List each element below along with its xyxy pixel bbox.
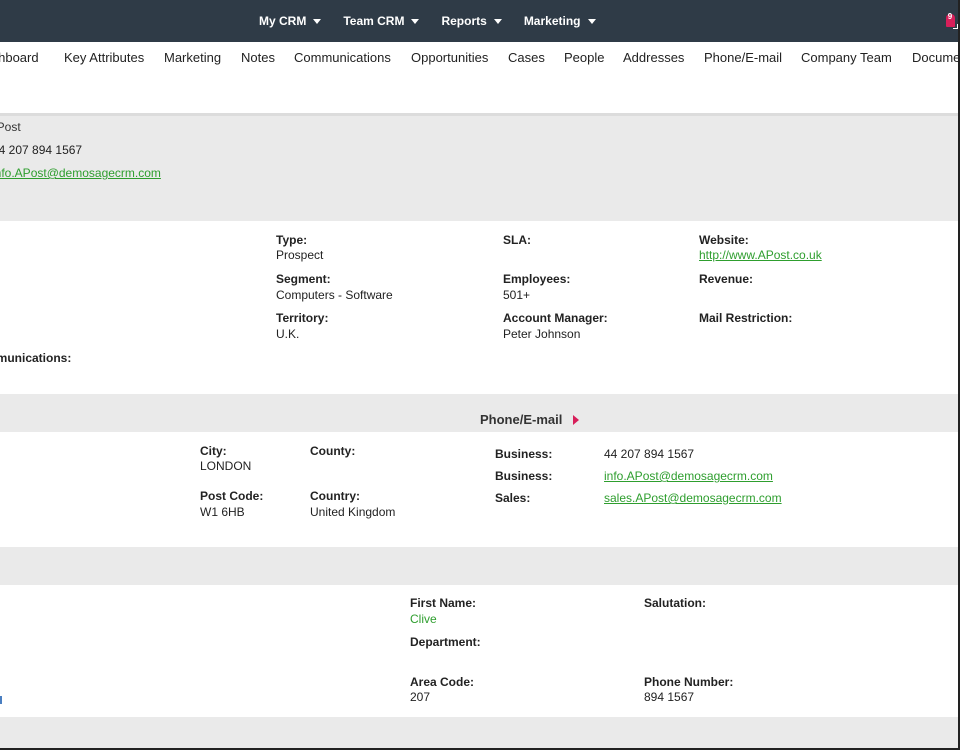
caret-down-icon	[587, 18, 596, 24]
country-label: Country:	[310, 489, 360, 503]
crm-company-summary-page: My CRM Team CRM Reports Marketing 9 Dash…	[0, 0, 960, 750]
menu-label: Reports	[441, 14, 487, 28]
city-label: City:	[200, 444, 227, 458]
phone-email-row-label: Sales:	[495, 491, 531, 505]
communications-label: Communications:	[0, 351, 72, 365]
tab-communications[interactable]: Communications	[294, 42, 391, 74]
phone-email-row-label: Business:	[495, 447, 553, 461]
phone-email-section-link[interactable]: Phone/E-mail	[480, 412, 562, 427]
address-phone-band: Phone/E-mail	[0, 394, 958, 432]
department-label: Department:	[410, 635, 481, 649]
area-code-label: Area Code:	[410, 675, 475, 689]
menu-label: Team CRM	[343, 14, 405, 28]
salutation-label: Salutation:	[644, 596, 706, 610]
notification-count: 9	[947, 12, 953, 21]
notifications-icon[interactable]: 9	[945, 12, 958, 29]
area-code-value: 207	[410, 690, 431, 704]
address-phone-panel: City: LONDON County: Post Code: W1 6HB C…	[0, 432, 958, 547]
type-value: Prospect	[276, 248, 324, 262]
tab-key-attributes[interactable]: Key Attributes	[64, 42, 144, 74]
business-email-link[interactable]: info.APost@demosagecrm.com	[604, 469, 773, 483]
postcode-label: Post Code:	[200, 489, 264, 503]
top-menu: My CRM Team CRM Reports Marketing	[259, 0, 618, 42]
tab-notes[interactable]: Notes	[241, 42, 275, 74]
mail-restriction-label: Mail Restriction:	[699, 311, 793, 325]
person-band	[0, 547, 958, 585]
tab-company-team[interactable]: Company Team	[801, 42, 892, 74]
tab-dashboard[interactable]: Dashboard	[0, 42, 39, 74]
sla-label: SLA:	[503, 233, 531, 247]
tab-marketing[interactable]: Marketing	[164, 42, 221, 74]
caret-down-icon	[411, 18, 420, 24]
website-label: Website:	[699, 233, 749, 247]
employees-label: Employees:	[503, 272, 571, 286]
postcode-value: W1 6HB	[200, 505, 245, 519]
phone-email-row-label: Business:	[495, 469, 553, 483]
tab-people[interactable]: People	[564, 42, 604, 74]
menu-my-crm[interactable]: My CRM	[259, 0, 322, 42]
person-panel: First Name: Clive Salutation: Department…	[0, 585, 958, 717]
business-phone-value: 44 207 894 1567	[604, 447, 695, 461]
first-name-value: Clive	[410, 612, 437, 626]
tab-cases[interactable]: Cases	[508, 42, 545, 74]
segment-value: Computers - Software	[276, 288, 393, 302]
arrow-right-icon	[573, 415, 579, 425]
company-summary-header: A Post 44 207 894 1567 info.APost@demosa…	[0, 116, 958, 221]
country-value: United Kingdom	[310, 505, 396, 519]
segment-label: Segment:	[276, 272, 331, 286]
menu-team-crm[interactable]: Team CRM	[343, 0, 420, 42]
cropped-link-fragment	[0, 696, 2, 704]
tab-phone-email[interactable]: Phone/E-mail	[704, 42, 782, 74]
tab-opportunities[interactable]: Opportunities	[411, 42, 488, 74]
account-manager-label: Account Manager:	[503, 311, 608, 325]
notification-tail	[953, 24, 958, 29]
menu-label: My CRM	[259, 14, 307, 28]
type-label: Type:	[276, 233, 308, 247]
company-phone: 44 207 894 1567	[0, 143, 83, 157]
footer-band	[0, 717, 958, 748]
city-value: LONDON	[200, 459, 252, 473]
account-manager-value: Peter Johnson	[503, 327, 581, 341]
website-link[interactable]: http://www.APost.co.uk	[699, 248, 822, 262]
company-email-link[interactable]: info.APost@demosagecrm.com	[0, 166, 161, 180]
phone-number-label: Phone Number:	[644, 675, 734, 689]
company-details-panel: Type: Prospect Segment: Computers - Soft…	[0, 221, 958, 394]
tab-addresses[interactable]: Addresses	[623, 42, 684, 74]
caret-down-icon	[493, 18, 502, 24]
menu-marketing[interactable]: Marketing	[524, 0, 596, 42]
employees-value: 501+	[503, 288, 531, 302]
caret-down-icon	[313, 18, 322, 24]
tab-documents[interactable]: Documents	[912, 42, 958, 74]
top-navigation-bar: My CRM Team CRM Reports Marketing 9	[0, 0, 958, 42]
territory-label: Territory:	[276, 311, 329, 325]
sales-email-link[interactable]: sales.APost@demosagecrm.com	[604, 491, 782, 505]
menu-label: Marketing	[523, 14, 581, 28]
menu-reports[interactable]: Reports	[441, 0, 502, 42]
phone-number-value: 894 1567	[644, 690, 695, 704]
revenue-label: Revenue:	[699, 272, 754, 286]
company-name: A Post	[0, 120, 21, 134]
first-name-label: First Name:	[410, 596, 477, 610]
county-label: County:	[310, 444, 356, 458]
territory-value: U.K.	[276, 327, 300, 341]
